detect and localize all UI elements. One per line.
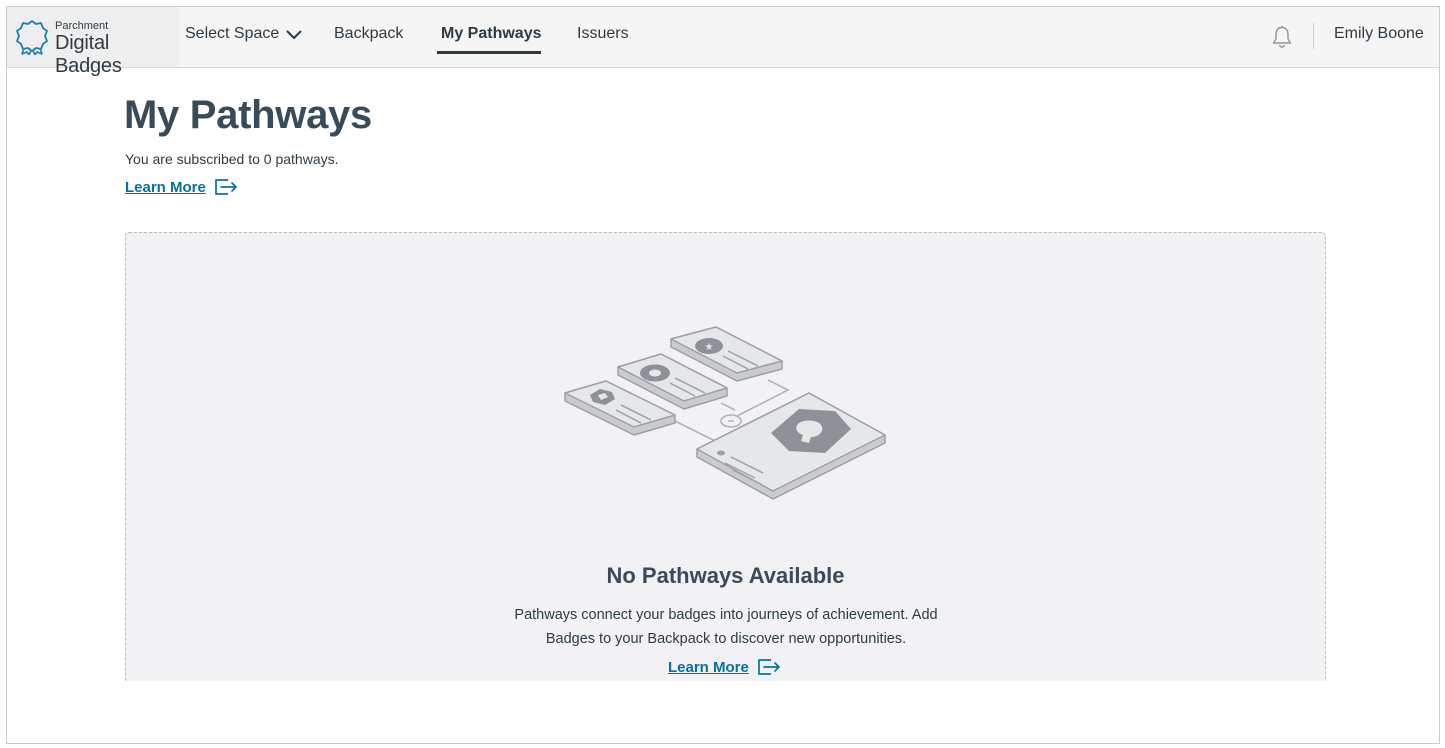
empty-state-description: Pathways connect your badges into journe… <box>514 607 938 647</box>
nav-issuers[interactable]: Issuers <box>577 25 629 43</box>
empty-state-learn-more-link[interactable]: Learn More <box>668 657 783 677</box>
bell-icon[interactable] <box>1271 25 1293 49</box>
nav-divider <box>1313 23 1314 49</box>
top-navigation: Parchment Digital Badges Select Space Ba… <box>7 7 1439 77</box>
learn-more-label: Learn More <box>668 658 749 676</box>
badge-card-large <box>696 392 886 500</box>
empty-state-title: No Pathways Available <box>606 563 845 588</box>
user-menu[interactable]: Emily Boone <box>1334 25 1424 43</box>
app-window: Parchment Digital Badges Select Space Ba… <box>6 6 1440 744</box>
select-space-dropdown[interactable]: Select Space <box>185 25 302 43</box>
page-title: My Pathways <box>124 93 372 137</box>
chevron-down-icon <box>286 30 302 39</box>
brand-name-small: Parchment <box>55 20 109 32</box>
empty-state-panel: ★ No Pathways Available Pathways connect… <box>125 232 1326 692</box>
external-link-icon <box>758 659 780 675</box>
svg-text:★: ★ <box>705 342 714 353</box>
subscription-count-text: You are subscribed to 0 pathways. <box>125 151 339 167</box>
brand-name: Digital Badges <box>55 32 122 77</box>
nav-my-pathways[interactable]: My Pathways <box>441 25 541 43</box>
external-link-icon <box>215 179 237 195</box>
learn-more-link[interactable]: Learn More <box>125 177 240 197</box>
pathway-badges-illustration: ★ <box>564 326 886 500</box>
learn-more-label: Learn More <box>125 178 206 196</box>
brand-logo[interactable]: Parchment Digital Badges <box>7 7 178 77</box>
active-tab-indicator <box>437 51 541 54</box>
nav-backpack[interactable]: Backpack <box>334 25 403 43</box>
badge-ribbon-icon <box>16 20 48 55</box>
content-clip-area <box>7 681 1439 743</box>
select-space-label: Select Space <box>185 25 280 42</box>
